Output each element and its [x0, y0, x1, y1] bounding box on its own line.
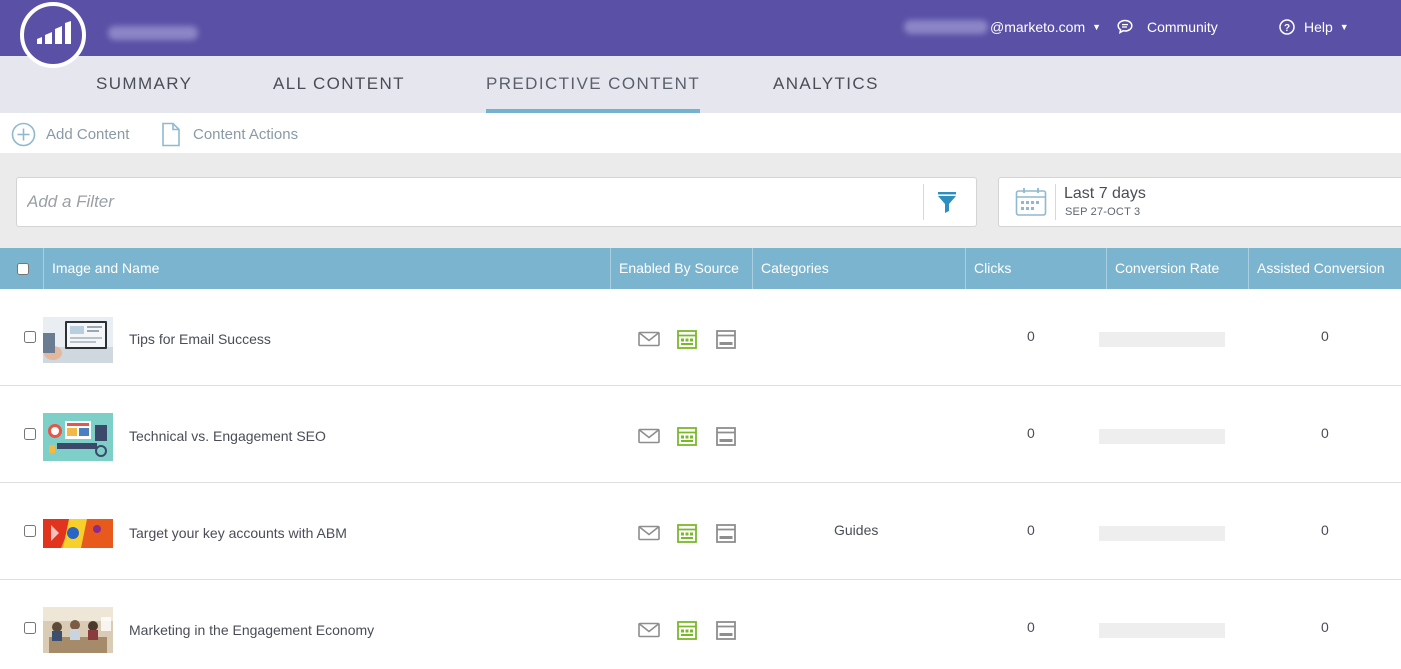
top-header: @marketo.com ▼ Community ? Help ▼	[0, 0, 1401, 56]
abstract-colorful-image	[43, 519, 113, 548]
logo-ring	[20, 2, 86, 68]
plus-circle-icon	[11, 122, 36, 147]
content-name[interactable]: Marketing in the Engagement Economy	[129, 622, 374, 638]
table-row[interactable]: Target your key accounts with ABM Guides…	[0, 483, 1401, 580]
row-checkbox[interactable]	[24, 622, 36, 634]
chevron-down-icon: ▼	[1092, 22, 1102, 32]
column-header-categories[interactable]: Categories	[752, 248, 965, 289]
clicks-value: 0	[1027, 328, 1035, 344]
chat-bubble-icon	[1117, 19, 1133, 34]
email-source-icon[interactable]	[638, 622, 660, 638]
row-checkbox[interactable]	[24, 331, 36, 343]
assisted-conversion-value: 0	[1321, 522, 1329, 538]
svg-text:?: ?	[1284, 23, 1290, 34]
widget-source-icon[interactable]	[716, 330, 736, 349]
assisted-conversion-value: 0	[1321, 619, 1329, 635]
conversion-rate-bar	[1099, 526, 1225, 541]
funnel-icon	[938, 192, 956, 213]
email-source-icon[interactable]	[638, 331, 660, 347]
column-header-conversion-rate[interactable]: Conversion Rate	[1106, 248, 1249, 289]
chevron-down-icon: ▼	[1339, 22, 1349, 32]
column-header-enabled-by-source[interactable]: Enabled By Source	[610, 248, 753, 289]
calendar-icon	[1015, 188, 1047, 216]
content-actions-label: Content Actions	[193, 126, 299, 143]
user-menu[interactable]: @marketo.com ▼	[904, 17, 1101, 37]
computer-desk-image	[43, 317, 113, 363]
question-circle-icon: ?	[1279, 19, 1295, 35]
document-icon	[162, 122, 180, 147]
table-row[interactable]: Marketing in the Engagement Economy 0 0	[0, 580, 1401, 669]
add-content-button[interactable]: Add Content	[11, 122, 129, 147]
row-checkbox[interactable]	[24, 525, 36, 537]
conversion-rate-bar	[1099, 623, 1225, 638]
marketo-logo[interactable]	[20, 0, 86, 72]
help-menu[interactable]: ? Help ▼	[1278, 17, 1349, 37]
office-meeting-image	[43, 607, 113, 653]
email-source-icon[interactable]	[638, 428, 660, 444]
assisted-conversion-value: 0	[1321, 425, 1329, 441]
tab-summary[interactable]: SUMMARY	[96, 74, 192, 113]
filter-divider	[923, 184, 924, 220]
content-name[interactable]: Target your key accounts with ABM	[129, 525, 347, 541]
table-row[interactable]: Tips for Email Success 0 0	[0, 289, 1401, 386]
content-category: Guides	[834, 522, 879, 538]
column-header-image-name[interactable]: Image and Name	[43, 248, 611, 289]
community-link[interactable]: Community	[1116, 17, 1218, 37]
user-email-suffix: @marketo.com	[990, 19, 1086, 35]
filter-box	[16, 177, 977, 227]
clicks-value: 0	[1027, 425, 1035, 441]
email-source-icon[interactable]	[638, 525, 660, 541]
tab-predictive-content[interactable]: PREDICTIVE CONTENT	[486, 74, 701, 113]
tab-all-content[interactable]: ALL CONTENT	[273, 74, 405, 113]
date-range-picker[interactable]: Last 7 days SEP 27-OCT 3	[998, 177, 1401, 227]
account-name-redacted	[108, 26, 198, 40]
column-header-assisted-conversion[interactable]: Assisted Conversion	[1248, 248, 1401, 289]
row-checkbox[interactable]	[24, 428, 36, 440]
web-page-source-icon[interactable]	[677, 330, 697, 349]
table-row[interactable]: Technical vs. Engagement SEO 0 0	[0, 386, 1401, 483]
action-bar: Add Content Content Actions	[0, 113, 1401, 153]
select-all-checkbox[interactable]	[17, 263, 29, 275]
web-page-source-icon[interactable]	[677, 427, 697, 446]
column-header-clicks[interactable]: Clicks	[965, 248, 1107, 289]
add-content-label: Add Content	[46, 126, 130, 143]
content-name[interactable]: Tips for Email Success	[129, 331, 271, 347]
content-actions-button[interactable]: Content Actions	[161, 122, 298, 147]
filter-input[interactable]	[17, 178, 923, 226]
tab-analytics[interactable]: ANALYTICS	[773, 74, 879, 113]
community-label: Community	[1147, 19, 1218, 35]
table-header: Image and Name Enabled By Source Categor…	[0, 248, 1401, 289]
conversion-rate-bar	[1099, 429, 1225, 444]
assisted-conversion-value: 0	[1321, 328, 1329, 344]
help-label: Help	[1304, 19, 1333, 35]
widget-source-icon[interactable]	[716, 524, 736, 543]
clicks-value: 0	[1027, 522, 1035, 538]
date-range-label: Last 7 days	[1064, 185, 1146, 202]
widget-source-icon[interactable]	[716, 427, 736, 446]
date-divider	[1055, 184, 1056, 220]
seo-illustration-image	[43, 413, 113, 461]
filter-area: Last 7 days SEP 27-OCT 3	[0, 153, 1401, 248]
conversion-rate-bar	[1099, 332, 1225, 347]
filter-button[interactable]	[935, 189, 959, 215]
content-name[interactable]: Technical vs. Engagement SEO	[129, 428, 326, 444]
date-range-dates: SEP 27-OCT 3	[1065, 206, 1141, 218]
clicks-value: 0	[1027, 619, 1035, 635]
widget-source-icon[interactable]	[716, 621, 736, 640]
web-page-source-icon[interactable]	[677, 524, 697, 543]
bar-chart-logo-icon	[37, 21, 71, 44]
web-page-source-icon[interactable]	[677, 621, 697, 640]
main-nav: SUMMARY ALL CONTENT PREDICTIVE CONTENT A…	[0, 56, 1401, 113]
user-name-redacted	[904, 20, 988, 34]
